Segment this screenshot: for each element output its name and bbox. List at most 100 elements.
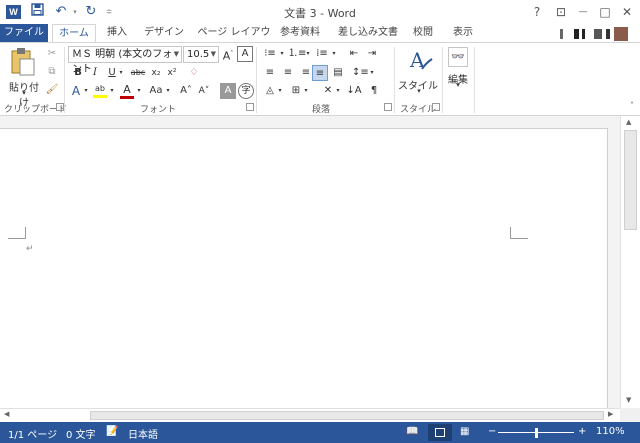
tab-home[interactable]: ホーム	[52, 24, 96, 43]
tab-design[interactable]: デザイン	[140, 24, 188, 42]
ribbon-display-options-button[interactable]: ⊡	[550, 2, 572, 22]
paragraph-launcher-icon[interactable]	[384, 103, 392, 111]
minimize-button[interactable]: —	[572, 2, 594, 22]
ribbon-tabs: ファイル ホーム 挿入 デザイン ページ レイアウト 参考資料 差し込み文書 校…	[0, 24, 640, 56]
paste-dropdown-icon[interactable]: ▾	[18, 89, 30, 97]
clear-formatting-icon[interactable]: A	[237, 46, 253, 62]
sort-icon[interactable]: ↓A	[346, 83, 362, 99]
horizontal-scrollbar[interactable]: ◀ ▶	[0, 408, 620, 422]
shrink-font-button[interactable]: A˅	[196, 83, 212, 99]
font-color-icon[interactable]: A	[119, 83, 135, 99]
group-divider	[256, 47, 257, 113]
vertical-scroll-thumb[interactable]	[624, 130, 637, 230]
binoculars-icon[interactable]: 👓	[448, 47, 468, 67]
font-size-combo[interactable]: 10.5 ▼	[183, 46, 219, 63]
show-hide-marks-icon[interactable]: ¶	[366, 83, 382, 99]
copy-icon[interactable]: ⧉	[44, 64, 60, 80]
character-shading-icon[interactable]: A	[220, 83, 236, 99]
italic-button[interactable]: I	[87, 65, 103, 81]
paste-icon[interactable]	[8, 47, 36, 79]
font-launcher-icon[interactable]	[246, 103, 254, 111]
chevron-down-icon[interactable]: ▾	[330, 46, 338, 62]
chevron-down-icon[interactable]: ▾	[278, 46, 286, 62]
tab-file[interactable]: ファイル	[0, 24, 48, 42]
increase-indent-icon[interactable]: ⇥	[364, 46, 380, 62]
grow-font-icon[interactable]: A˄	[220, 46, 236, 63]
collapse-ribbon-icon[interactable]: ˄	[630, 101, 634, 110]
font-name-combo[interactable]: ＭＳ 明朝 (本文のフォント ▼	[68, 46, 182, 75]
chevron-down-icon[interactable]: ▾	[164, 83, 172, 99]
styles-group-label: スタイル	[400, 105, 437, 115]
tab-page-layout[interactable]: ページ レイアウト	[194, 24, 274, 56]
horizontal-scroll-thumb[interactable]	[90, 411, 604, 420]
close-button[interactable]: ✕	[616, 2, 638, 22]
distributed-icon[interactable]: ▤	[330, 65, 346, 81]
underline-dropdown-icon[interactable]: ▾	[117, 65, 125, 81]
superscript-button[interactable]: x²	[164, 65, 180, 81]
language-indicator[interactable]: 日本語	[128, 426, 158, 441]
zoom-out-button[interactable]: −	[488, 426, 496, 437]
cut-icon[interactable]: ✂	[44, 46, 60, 62]
zoom-in-button[interactable]: +	[578, 426, 586, 437]
read-mode-icon[interactable]: 📖	[406, 426, 418, 437]
chevron-down-icon[interactable]: ▾	[108, 83, 116, 99]
scroll-up-icon[interactable]: ▲	[626, 118, 631, 126]
align-left-icon[interactable]: ≡	[262, 65, 278, 81]
change-case-button[interactable]: Aa	[146, 83, 166, 99]
justify-icon[interactable]: ≡	[312, 65, 328, 81]
tab-review[interactable]: 校閲	[408, 24, 438, 42]
bold-button[interactable]: B	[70, 65, 86, 81]
help-button[interactable]: ?	[526, 2, 548, 22]
chevron-down-icon[interactable]: ▾	[82, 83, 90, 99]
chevron-down-icon[interactable]: ▾	[414, 87, 424, 95]
proofing-icon[interactable]: 📝	[106, 426, 118, 437]
font-size-value: 10.5	[187, 49, 210, 60]
tab-view[interactable]: 表示	[448, 24, 478, 42]
styles-icon[interactable]: A	[404, 47, 434, 75]
chevron-down-icon[interactable]: ▾	[304, 46, 312, 62]
enclose-characters-icon[interactable]: 字	[238, 83, 254, 99]
chevron-down-icon[interactable]: ▾	[302, 83, 310, 99]
zoom-level[interactable]: 110%	[596, 426, 625, 437]
clipboard-launcher-icon[interactable]	[56, 103, 64, 111]
subscript-button[interactable]: x₂	[148, 65, 164, 81]
align-center-icon[interactable]: ≡	[280, 65, 296, 81]
page-count[interactable]: 1/1 ページ	[8, 426, 57, 441]
title-bar: W ↶ ▾ ↻ ≑ 文書 3 - Word ? ⊡ — □ ✕	[0, 0, 640, 24]
tab-references[interactable]: 参考資料	[278, 24, 322, 42]
chevron-down-icon[interactable]: ▾	[276, 83, 284, 99]
scroll-right-icon[interactable]: ▶	[608, 410, 613, 418]
web-layout-icon[interactable]: ▦	[460, 426, 469, 437]
styles-launcher-icon[interactable]	[432, 103, 440, 111]
zoom-slider-thumb[interactable]	[535, 428, 538, 438]
chevron-down-icon[interactable]: ▾	[334, 83, 342, 99]
document-page[interactable]: ↵	[0, 128, 608, 408]
multilevel-list-icon[interactable]: ⁞≡	[314, 46, 330, 62]
account-avatar[interactable]	[552, 27, 632, 41]
highlight-color-icon[interactable]: ab	[92, 83, 108, 99]
margin-corner-left	[8, 227, 26, 239]
bullets-icon[interactable]: ⁝≡	[262, 46, 278, 62]
format-painter-icon[interactable]: 🖌	[44, 82, 60, 98]
strikethrough-button[interactable]: abc	[128, 65, 148, 81]
clear-all-formatting-icon[interactable]: ♢	[186, 65, 202, 81]
chevron-down-icon[interactable]: ▾	[453, 81, 463, 89]
paragraph-group-label: 段落	[312, 105, 331, 115]
tab-insert[interactable]: 挿入	[102, 24, 132, 42]
numbering-icon[interactable]: ⒈≡	[288, 46, 306, 62]
scroll-down-icon[interactable]: ▼	[626, 396, 631, 404]
print-layout-icon[interactable]	[428, 424, 452, 441]
vertical-scrollbar[interactable]: ▲ ▼	[620, 116, 640, 408]
maximize-button[interactable]: □	[594, 2, 616, 22]
chevron-down-icon[interactable]: ▾	[135, 83, 143, 99]
tab-mailings[interactable]: 差し込み文書	[336, 24, 400, 42]
decrease-indent-icon[interactable]: ⇤	[346, 46, 362, 62]
scroll-left-icon[interactable]: ◀	[4, 410, 9, 418]
word-count[interactable]: 0 文字	[66, 426, 96, 441]
ribbon-home: 貼り付け ▾ ✂ ⧉ 🖌 クリップボード ＭＳ 明朝 (本文のフォント ▼ 10…	[0, 42, 640, 116]
group-divider	[64, 47, 65, 113]
grow-font-button[interactable]: A˄	[178, 83, 194, 99]
chevron-down-icon[interactable]: ▾	[368, 65, 376, 81]
line-spacing-icon[interactable]: ↕≡	[352, 65, 369, 81]
font-group-label: フォント	[140, 105, 177, 115]
